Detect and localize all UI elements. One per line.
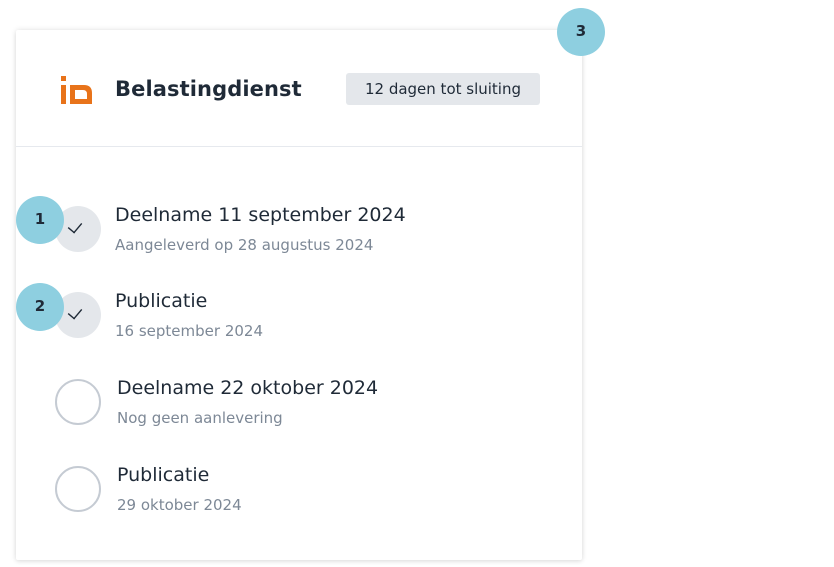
closing-countdown-badge: 12 dagen tot sluiting — [346, 73, 540, 105]
step-title: Publicatie — [117, 464, 210, 486]
submission-card: Belastingdienst 12 dagen tot sluiting De… — [16, 30, 582, 560]
step-pending-circle-icon — [55, 379, 101, 425]
top-band — [0, 0, 834, 16]
step-pending-circle-icon — [55, 466, 101, 512]
step-item: Deelname 11 september 2024 Aangeleverd o… — [16, 202, 582, 272]
step-subtitle: Nog geen aanlevering — [117, 409, 283, 427]
step-title: Publicatie — [115, 290, 208, 312]
step-title: Deelname 22 oktober 2024 — [117, 377, 379, 399]
card-header: Belastingdienst 12 dagen tot sluiting — [16, 30, 582, 147]
step-item: Publicatie 16 september 2024 — [16, 288, 582, 358]
step-subtitle: Aangeleverd op 28 augustus 2024 — [115, 236, 374, 254]
step-subtitle: 29 oktober 2024 — [117, 496, 242, 514]
annotation-marker-1: 1 — [16, 196, 64, 244]
belastingdienst-logo-icon — [61, 76, 92, 104]
step-item: Deelname 22 oktober 2024 Nog geen aanlev… — [16, 375, 582, 445]
annotation-marker-2: 2 — [16, 283, 64, 331]
step-subtitle: 16 september 2024 — [115, 322, 264, 340]
step-title: Deelname 11 september 2024 — [115, 204, 406, 226]
organization-name: Belastingdienst — [115, 77, 302, 101]
annotation-marker-3: 3 — [557, 8, 605, 56]
step-item: Publicatie 29 oktober 2024 — [16, 462, 582, 532]
